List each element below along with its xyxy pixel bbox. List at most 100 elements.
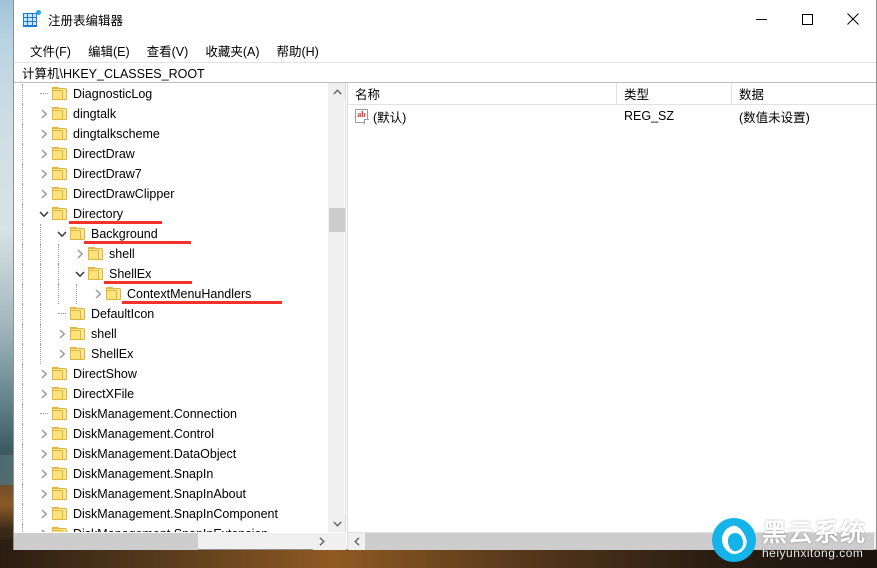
column-name[interactable]: 名称	[348, 83, 617, 104]
values-horizontal-scrollbar[interactable]	[348, 532, 876, 550]
tree-item[interactable]: DiagnosticLog	[14, 84, 345, 104]
scroll-up-icon[interactable]	[329, 83, 345, 100]
folder-icon	[52, 487, 68, 501]
tree-item[interactable]: DefaultIcon	[14, 304, 345, 324]
chevron-right-icon[interactable]	[36, 384, 52, 404]
column-data[interactable]: 数据	[732, 83, 876, 104]
tree-item-label: Background	[91, 227, 158, 241]
tree-leaf-tick	[54, 304, 70, 324]
tree-indent	[14, 244, 72, 264]
tree-item[interactable]: DiskManagement.SnapInComponent	[14, 504, 345, 524]
tree-item-label: DiskManagement.SnapInAbout	[73, 487, 247, 501]
tree-item-label: DirectXFile	[73, 387, 135, 401]
tree-item-label: shell	[109, 247, 135, 261]
tree-indent	[14, 524, 36, 532]
menu-edit[interactable]: 编辑(E)	[80, 39, 139, 62]
chevron-right-icon[interactable]	[72, 244, 88, 264]
maximize-button[interactable]	[784, 0, 830, 38]
menu-view[interactable]: 查看(V)	[139, 39, 198, 62]
chevron-right-icon[interactable]	[36, 144, 52, 164]
tree-item[interactable]: ShellEx	[14, 344, 345, 364]
tree-item[interactable]: DiskManagement.SnapIn	[14, 464, 345, 484]
tree-horizontal-scrollbar[interactable]	[14, 532, 346, 550]
folder-icon	[52, 407, 68, 421]
tree-vertical-scrollbar[interactable]	[328, 83, 345, 532]
chevron-right-icon[interactable]	[36, 424, 52, 444]
tree-horizontal-thumb[interactable]	[14, 533, 198, 550]
tree-indent	[14, 224, 54, 244]
tree-item[interactable]: DiskManagement.Control	[14, 424, 345, 444]
folder-icon	[70, 227, 86, 241]
tree-indent	[14, 164, 36, 184]
tree-item[interactable]: DiskManagement.DataObject	[14, 444, 345, 464]
title-bar-left: 注册表编辑器	[14, 9, 123, 29]
tree-item-label: ShellEx	[109, 267, 152, 281]
values-cell-type: REG_SZ	[624, 109, 675, 123]
chevron-down-icon[interactable]	[36, 204, 52, 224]
menu-help[interactable]: 帮助(H)	[268, 39, 327, 62]
chevron-right-icon[interactable]	[90, 284, 106, 304]
chevron-right-icon[interactable]	[36, 524, 52, 532]
minimize-button[interactable]	[738, 0, 784, 38]
tree-item[interactable]: DirectXFile	[14, 384, 345, 404]
tree-item[interactable]: shell	[14, 244, 345, 264]
tree-item-label: DirectDraw	[73, 147, 135, 161]
address-bar[interactable]: 计算机\HKEY_CLASSES_ROOT	[14, 62, 876, 83]
chevron-down-icon[interactable]	[54, 224, 70, 244]
chevron-right-icon[interactable]	[36, 164, 52, 184]
values-horizontal-thumb[interactable]	[365, 533, 874, 550]
values-list[interactable]: ab (默认) REG_SZ (数值未设置)	[348, 105, 876, 532]
tree-item[interactable]: DirectDrawClipper	[14, 184, 345, 204]
tree-item-label: dingtalkscheme	[73, 127, 160, 141]
scroll-right-icon[interactable]	[313, 533, 330, 550]
tree-indent	[14, 484, 36, 504]
close-button[interactable]	[830, 0, 876, 38]
menu-file[interactable]: 文件(F)	[22, 39, 80, 62]
annotation-underline	[69, 221, 162, 224]
chevron-right-icon[interactable]	[54, 324, 70, 344]
tree-item-label: DirectShow	[73, 367, 137, 381]
tree-item-label: shell	[91, 327, 117, 341]
tree-item[interactable]: DirectShow	[14, 364, 345, 384]
tree-indent	[14, 184, 36, 204]
tree-leaf-tick	[36, 84, 52, 104]
tree-item[interactable]: DiskManagement.SnapInAbout	[14, 484, 345, 504]
chevron-right-icon[interactable]	[36, 364, 52, 384]
chevron-right-icon[interactable]	[36, 104, 52, 124]
folder-icon	[52, 187, 68, 201]
title-bar: 注册表编辑器	[14, 0, 876, 38]
tree-vertical-thumb[interactable]	[329, 208, 345, 232]
tree-item[interactable]: DirectDraw	[14, 144, 345, 164]
values-row[interactable]: ab (默认) REG_SZ (数值未设置)	[348, 105, 876, 127]
tree-item[interactable]: Directory	[14, 204, 345, 224]
tree-item[interactable]: shell	[14, 324, 345, 344]
chevron-right-icon[interactable]	[36, 124, 52, 144]
tree-indent	[14, 404, 36, 424]
chevron-right-icon[interactable]	[36, 444, 52, 464]
tree-item[interactable]: dingtalk	[14, 104, 345, 124]
chevron-right-icon[interactable]	[36, 484, 52, 504]
chevron-down-icon[interactable]	[72, 264, 88, 284]
tree-item[interactable]: DiskManagement.Connection	[14, 404, 345, 424]
chevron-right-icon[interactable]	[36, 464, 52, 484]
tree-item-label: DiagnosticLog	[73, 87, 153, 101]
folder-icon	[52, 447, 68, 461]
folder-icon	[52, 427, 68, 441]
chevron-right-icon[interactable]	[36, 504, 52, 524]
column-type[interactable]: 类型	[617, 83, 732, 104]
string-value-icon: ab	[355, 109, 369, 124]
tree-item[interactable]: DirectDraw7	[14, 164, 345, 184]
tree-indent	[14, 364, 36, 384]
chevron-right-icon[interactable]	[54, 344, 70, 364]
tree-item-label: DiskManagement.SnapInComponent	[73, 507, 278, 521]
folder-icon	[52, 147, 68, 161]
tree-indent	[14, 344, 54, 364]
values-scroll-left-icon[interactable]	[348, 533, 365, 550]
chevron-right-icon[interactable]	[36, 184, 52, 204]
menu-favorites[interactable]: 收藏夹(A)	[197, 39, 268, 62]
tree-item[interactable]: dingtalkscheme	[14, 124, 345, 144]
tree-item[interactable]: DiskManagement.SnapInExtension	[14, 524, 345, 532]
folder-icon	[52, 167, 68, 181]
registry-tree-viewport[interactable]: DiagnosticLog dingtalk dingtalkscheme Direc…	[14, 83, 346, 532]
scroll-down-icon[interactable]	[329, 515, 345, 532]
